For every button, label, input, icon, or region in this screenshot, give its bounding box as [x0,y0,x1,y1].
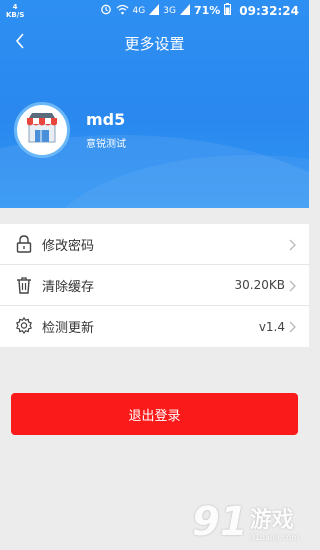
status-icons: 4G 3G 71% 09:32:24 [100,3,299,18]
lock-icon [14,234,34,254]
clock: 09:32:24 [239,3,299,18]
profile-info: md5 意锐测试 [86,110,126,150]
store-name: 意锐测试 [86,139,126,150]
watermark-url: 91danji.com [249,533,299,542]
wifi-icon [116,4,129,18]
signal-icon [149,3,160,18]
menu-item-label: 清除缓存 [42,279,95,295]
chevron-right-icon [287,279,297,292]
app-version: v1.4 [258,319,285,334]
battery-percent: 71% [193,4,221,17]
trash-icon [14,275,34,295]
menu-item-label: 修改密码 [42,238,95,254]
chevron-right-icon [287,320,297,333]
settings-menu: 修改密码 清除缓存 30.20KB 检测更新 v1.4 [0,224,309,347]
signal-4g-label: 4G [132,5,146,16]
alarm-icon [100,3,112,18]
chevron-right-icon [287,238,297,251]
status-bar: 4 KB/S 4G 3G 71% 09:32:24 [0,0,309,22]
watermark-number: 91 [192,499,248,545]
menu-item-clear-cache[interactable]: 清除缓存 30.20KB [0,265,309,306]
signal-icon [179,3,190,18]
header-banner: 4 KB/S 4G 3G 71% 09:32:24 更多设置 md5 意锐测试 [0,0,309,208]
menu-item-check-update[interactable]: 检测更新 v1.4 [0,306,309,347]
signal-3g-label: 3G [163,5,176,16]
menu-item-change-password[interactable]: 修改密码 [0,224,309,265]
net-speed: 4 KB/S [6,3,25,19]
logout-button[interactable]: 退出登录 [11,393,298,435]
cache-size: 30.20KB [234,278,285,292]
gear-icon [14,316,34,336]
username: md5 [86,110,126,129]
profile-card: md5 意锐测试 [14,102,126,158]
watermark: 91 游戏 91danji.com [192,502,299,542]
page-title: 更多设置 [124,35,185,53]
title-bar: 更多设置 [0,28,309,58]
menu-item-label: 检测更新 [42,321,95,336]
storefront-icon [25,112,59,148]
avatar [14,102,70,158]
watermark-title: 游戏 [249,508,294,533]
battery-icon [224,3,232,18]
